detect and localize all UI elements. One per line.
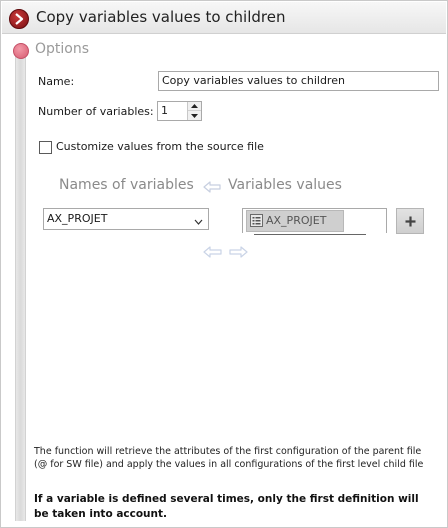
- chevron-down-icon[interactable]: [194, 215, 203, 228]
- dialog-window: Copy variables values to children Option…: [0, 0, 448, 528]
- section-dot-icon: [13, 43, 29, 59]
- title-bar: Copy variables values to children: [2, 2, 446, 34]
- name-field[interactable]: Copy variables values to children: [158, 71, 439, 91]
- plus-icon: [405, 216, 415, 226]
- num-vars-label: Number of variables:: [38, 105, 154, 118]
- stepper-down-icon[interactable]: [188, 111, 201, 120]
- variable-name-value: AX_PROJET: [47, 212, 108, 225]
- customize-checkbox[interactable]: [39, 141, 52, 154]
- stepper-up-icon[interactable]: [188, 102, 201, 111]
- customize-label[interactable]: Customize values from the source file: [56, 140, 264, 153]
- section-title: Options: [35, 41, 90, 57]
- warning-text: If a variable is defined several times, …: [34, 493, 419, 520]
- arrow-left-icon: [203, 246, 222, 258]
- move-arrows: [203, 245, 249, 262]
- info-text: The function will retrieve the attribute…: [34, 446, 424, 470]
- stepper-buttons: [187, 102, 201, 120]
- arrow-right-icon: [229, 246, 248, 258]
- value-underline: [254, 234, 366, 235]
- names-column-header: Names of variables: [59, 177, 194, 193]
- arrow-left-icon: [203, 181, 221, 196]
- variable-value-chip[interactable]: AX_PROJET: [246, 210, 344, 232]
- variable-name-select[interactable]: AX_PROJET: [43, 208, 209, 230]
- add-variable-button[interactable]: [396, 208, 424, 234]
- section-rail: [15, 49, 26, 521]
- num-vars-value[interactable]: 1: [161, 104, 168, 117]
- variable-value-text: AX_PROJET: [266, 214, 327, 227]
- variable-list-icon: [250, 214, 263, 230]
- chevron-right-icon[interactable]: [9, 9, 29, 29]
- values-column-header: Variables values: [228, 177, 342, 193]
- num-vars-stepper[interactable]: 1: [157, 101, 202, 121]
- window-title: Copy variables values to children: [36, 8, 286, 26]
- name-label: Name:: [38, 75, 75, 88]
